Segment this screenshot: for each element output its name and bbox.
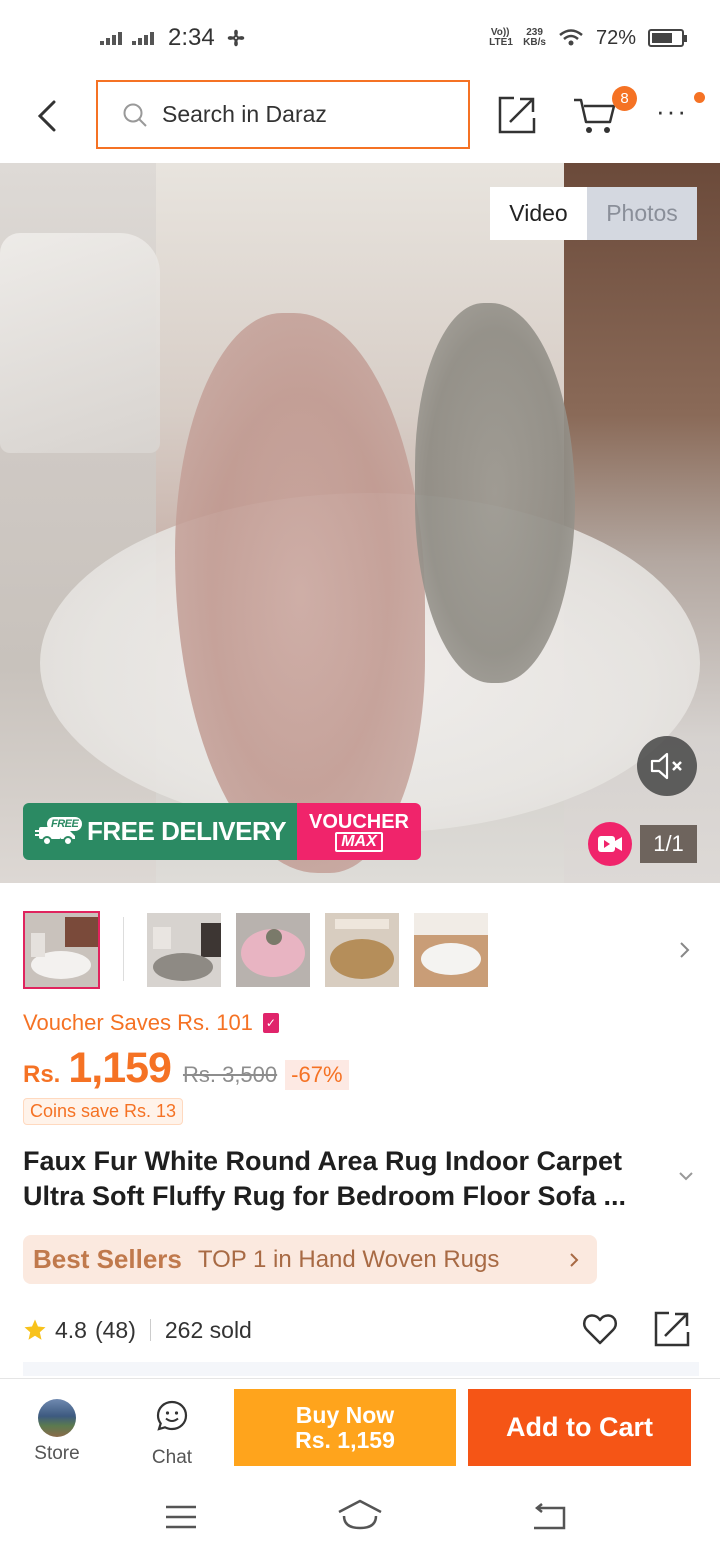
search-input[interactable]: Search in Daraz [96,80,470,149]
thumb-brown-rug [325,913,399,987]
volte-indicator: Vo)) LTE1 [489,27,513,48]
heart-icon[interactable] [581,1310,619,1348]
mute-button[interactable] [637,736,697,796]
header: Search in Daraz 8 ··· [0,76,720,162]
cart-badge: 8 [612,86,637,111]
store-label: Store [34,1443,80,1464]
store-avatar [38,1399,76,1437]
chevron-right-icon[interactable] [677,937,693,963]
voucher-icon: ✓ [262,1013,279,1033]
original-price: Rs. 3,500 [182,1062,278,1087]
media-tabs: Video Photos [490,187,697,240]
price-row: Rs. 1,159 Rs. 3,500 -67% [23,1044,349,1093]
signal-icon [100,31,122,45]
chat-icon [156,1400,188,1431]
voucher-saves-text: Voucher Saves Rs. 101 [23,1010,253,1035]
voucher-text: VOUCHER [308,810,409,833]
battery-icon [648,29,687,47]
thumbnail-5[interactable] [414,913,488,987]
store-button[interactable]: Store [23,1399,91,1465]
home-icon[interactable] [336,1498,384,1534]
product-media[interactable]: Video Photos FREE FREE DELIVERY VOUCHER … [0,163,720,883]
fan-icon [227,29,244,47]
video-camera-glyph [598,836,622,852]
rating-row: 4.8 (48) 262 sold [23,1310,703,1350]
thumbnail-divider [123,917,124,981]
thumb-white-rug-fireplace [25,913,98,987]
tab-photos[interactable]: Photos [587,187,697,240]
buy-now-price: Rs. 1,159 [295,1426,395,1453]
current-price: 1,159 [68,1044,172,1092]
buy-now-button[interactable]: Buy Now Rs. 1,159 [234,1389,456,1466]
voucher-max-badge: VOUCHER MAX [297,803,421,860]
video-play-icon[interactable] [588,822,632,866]
bottom-action-bar: Store Chat Buy Now Rs. 1,159 Add to Cart [0,1378,720,1478]
speed-unit: KB/s [523,37,546,48]
system-nav-bar [0,1478,720,1560]
wifi-icon [559,29,583,46]
free-delivery-text: FREE DELIVERY [87,816,287,846]
thumbnail-1[interactable] [23,911,100,989]
thumbnail-strip [23,911,713,989]
best-sellers-rank: TOP 1 in Hand Woven Rugs [197,1245,500,1273]
currency-label: Rs. [23,1061,61,1088]
best-sellers-label: Best Sellers [33,1244,182,1274]
tab-video[interactable]: Video [490,187,587,240]
section-divider [23,1362,699,1376]
status-time: 2:34 [168,24,215,51]
star-icon [24,1319,46,1340]
chat-button[interactable]: Chat [140,1399,204,1469]
sold-count: 262 sold [164,1316,252,1343]
status-bar: 2:34 Vo)) LTE1 239 KB/s 72% [0,0,720,76]
cart-icon[interactable] [572,94,618,136]
thumb-white-rug-floor [414,913,488,987]
recent-apps-icon[interactable] [164,1502,198,1532]
rating-divider [149,1319,151,1341]
share-icon[interactable] [653,1310,691,1348]
share-icon[interactable] [496,94,538,136]
search-placeholder: Search in Daraz [162,101,327,127]
max-text: MAX [335,831,383,852]
free-tag: FREE [47,817,83,831]
network-speed: 239 KB/s [523,28,546,48]
battery-percent: 72% [595,26,636,49]
media-counter: 1/1 [640,825,697,863]
free-delivery-badge: FREE FREE DELIVERY [23,803,297,860]
chat-label: Chat [151,1447,193,1468]
signal-icon-2 [132,31,154,45]
product-title: Faux Fur White Round Area Rug Indoor Car… [23,1146,626,1211]
add-to-cart-button[interactable]: Add to Cart [468,1389,691,1466]
rating-score: 4.8 [55,1316,87,1343]
back-arrow-icon[interactable] [30,96,66,136]
thumb-pink-rug [236,913,310,987]
blanket-image [0,233,160,453]
coins-save-badge: Coins save Rs. 13 [23,1098,184,1125]
more-menu-icon[interactable]: ··· [656,98,688,124]
thumb-grey-rug [147,913,221,987]
promo-banner: FREE FREE DELIVERY VOUCHER MAX [23,803,421,860]
notification-dot [694,92,705,103]
thumbnail-3[interactable] [236,913,310,987]
voucher-saves[interactable]: Voucher Saves Rs. 101 ✓ [23,1010,279,1036]
chevron-down-icon[interactable] [678,1170,694,1182]
rating-count[interactable]: (48) [95,1317,136,1344]
chevron-right-icon [570,1252,579,1267]
best-sellers-banner[interactable]: Best Sellers TOP 1 in Hand Woven Rugs [23,1235,597,1284]
system-back-icon[interactable] [528,1502,568,1532]
buy-now-label: Buy Now [295,1401,395,1428]
speaker-muted-icon [650,752,682,780]
search-icon [123,103,147,127]
thumbnail-2[interactable] [147,913,221,987]
discount-badge: -67% [285,1060,349,1090]
thumbnail-4[interactable] [325,913,399,987]
